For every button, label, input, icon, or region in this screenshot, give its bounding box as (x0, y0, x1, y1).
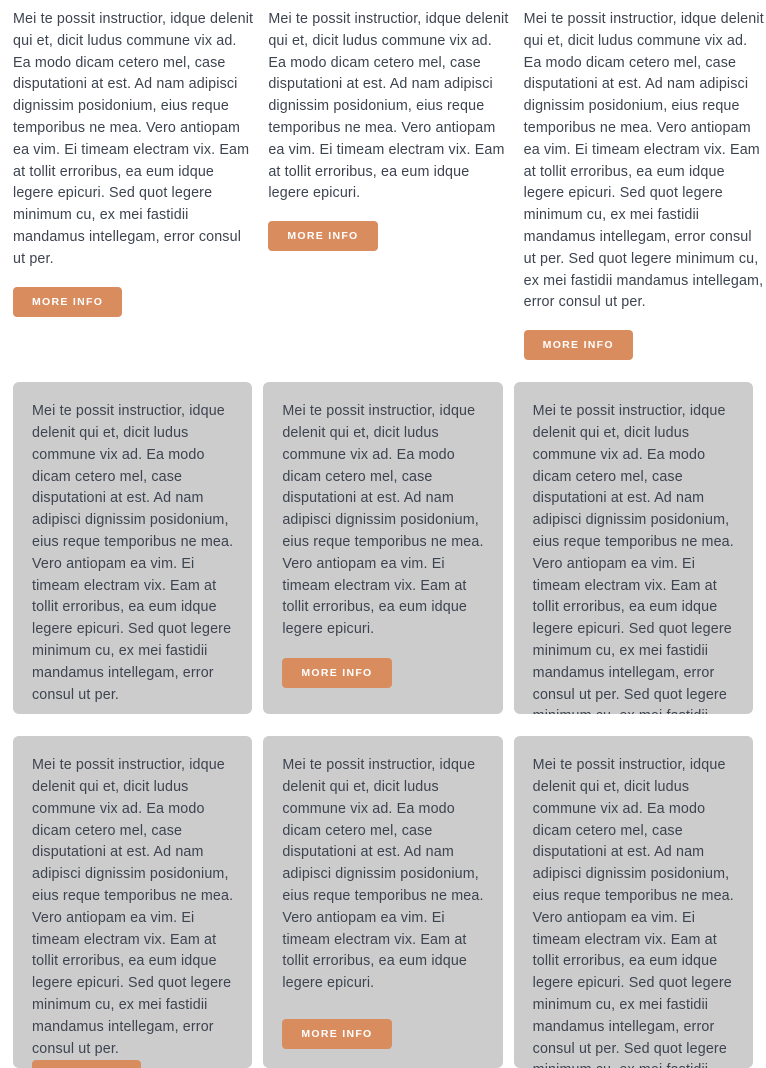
page-root: Mei te possit instructior, idque delenit… (0, 0, 766, 1068)
card-bottom-3-text: Mei te possit instructior, idque delenit… (532, 757, 734, 1068)
card-row-bottom: Mei te possit instructior, idque delenit… (0, 736, 766, 1068)
card-top-2-text: Mei te possit instructior, idque delenit… (282, 403, 484, 638)
card-bottom-3: Mei te possit instructior, idque delenit… (513, 736, 753, 1068)
card-bottom-2: Mei te possit instructior, idque delenit… (263, 736, 503, 1068)
card-top-3: Mei te possit instructior, idque delenit… (513, 382, 753, 715)
card-top-3-text: Mei te possit instructior, idque delenit… (532, 403, 734, 714)
card-bottom-1-text: Mei te possit instructior, idque delenit… (32, 757, 234, 1057)
plain-column-3-text: Mei te possit instructior, idque delenit… (523, 11, 764, 311)
plain-column-1: Mei te possit instructior, idque delenit… (0, 0, 255, 317)
card-top-1: Mei te possit instructior, idque delenit… (13, 382, 253, 715)
more-info-button-plain-1[interactable]: MORE INFO (13, 286, 123, 317)
card-bottom-1: Mei te possit instructior, idque delenit… (13, 736, 253, 1068)
card-bottom-2-text: Mei te possit instructior, idque delenit… (282, 757, 484, 992)
plain-column-2-text: Mei te possit instructior, idque delenit… (268, 11, 509, 202)
plain-column-3: Mei te possit instructior, idque delenit… (511, 0, 766, 361)
more-info-button-plain-3[interactable]: MORE INFO (523, 330, 633, 361)
more-info-button-plain-2[interactable]: MORE INFO (268, 221, 378, 252)
more-info-button-card-bottom-2[interactable]: MORE INFO (282, 1019, 392, 1050)
more-info-button-card-top-2[interactable]: MORE INFO (282, 657, 392, 688)
plain-columns-section: Mei te possit instructior, idque delenit… (0, 0, 766, 361)
card-top-2: Mei te possit instructior, idque delenit… (263, 382, 503, 715)
card-row-top: Mei te possit instructior, idque delenit… (0, 382, 766, 715)
more-info-button-card-bottom-1[interactable]: MORE INFO (32, 1060, 142, 1068)
card-top-1-text: Mei te possit instructior, idque delenit… (32, 403, 234, 703)
plain-column-2: Mei te possit instructior, idque delenit… (255, 0, 510, 252)
plain-column-1-text: Mei te possit instructior, idque delenit… (13, 11, 254, 267)
